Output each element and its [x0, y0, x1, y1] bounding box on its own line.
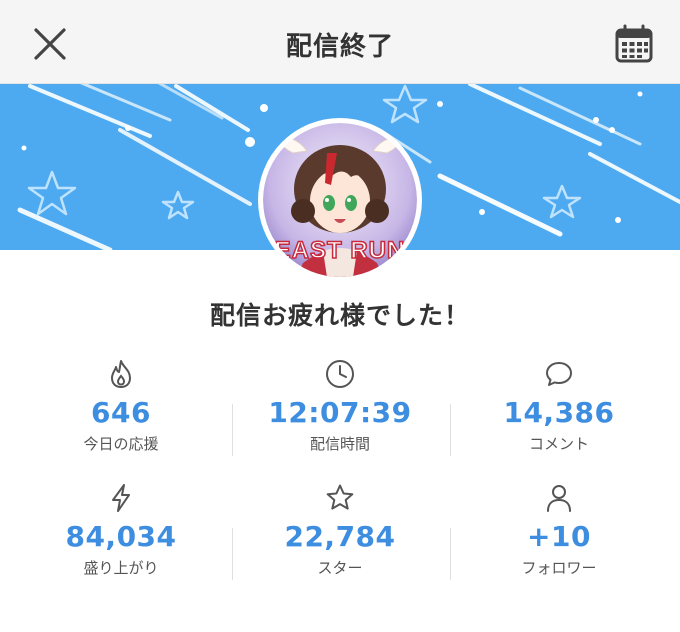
stat-label: 配信時間: [309, 435, 370, 453]
stat-excitement: 84,034 盛り上がり: [12, 482, 230, 578]
calendar-icon: [615, 24, 653, 63]
stat-comments: 14,386 コメント: [450, 358, 668, 454]
stat-label: フォロワー: [521, 559, 597, 577]
stat-support-today: 646 今日の応援: [12, 358, 230, 454]
streamer-avatar: EAST RUN: [258, 118, 422, 282]
avatar-text-overlay: EAST RUN: [274, 236, 406, 265]
flame-icon: [111, 360, 131, 388]
stat-value: 84,034: [65, 520, 177, 553]
stat-value: 14,386: [503, 396, 615, 429]
stat-stream-time: 12:07:39 配信時間: [231, 358, 449, 454]
user-icon: [547, 485, 571, 512]
stat-label: スター: [317, 559, 363, 577]
header-bar: 配信終了: [0, 0, 680, 84]
calendar-button[interactable]: [612, 22, 656, 66]
stat-label: コメント: [528, 435, 589, 453]
page-title: 配信終了: [285, 32, 394, 62]
stat-value: 22,784: [284, 520, 396, 553]
stat-followers: +10 フォロワー: [450, 482, 668, 578]
clock-icon: [326, 360, 354, 388]
stat-label: 盛り上がり: [83, 559, 159, 577]
stat-value: +10: [527, 520, 591, 553]
comment-icon: [546, 362, 572, 386]
stat-value: 646: [91, 396, 151, 429]
thank-you-message: 配信お疲れ様でした！: [209, 301, 470, 330]
star-icon: [326, 484, 354, 510]
stat-value: 12:07:39: [268, 396, 412, 429]
stat-stars: 22,784 スター: [231, 482, 449, 578]
stat-label: 今日の応援: [83, 435, 159, 453]
lightning-icon: [112, 484, 130, 512]
